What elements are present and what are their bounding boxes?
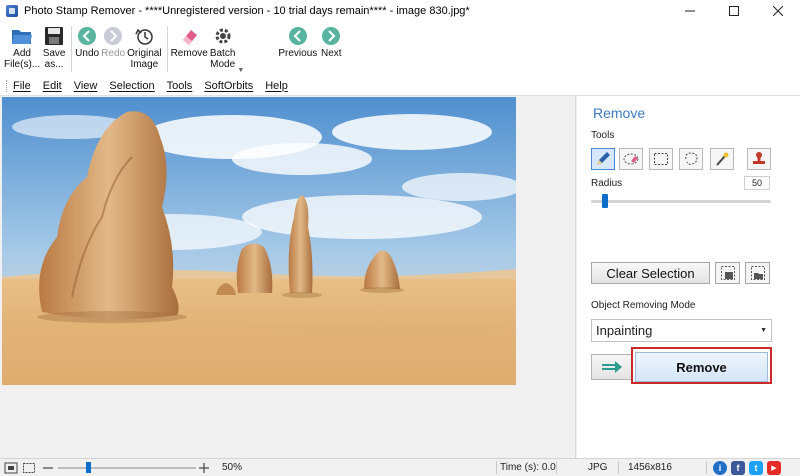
image-dimensions: 1456x816 <box>628 462 672 473</box>
desert-photo[interactable] <box>2 97 516 385</box>
save-selection-icon <box>720 266 735 280</box>
chevron-down-icon: ▼ <box>760 327 767 334</box>
eraser-tool-button[interactable] <box>619 148 643 170</box>
app-icon <box>6 5 18 17</box>
load-selection-button[interactable] <box>745 262 770 284</box>
folder-open-icon <box>12 30 33 44</box>
fit-icon[interactable] <box>4 459 18 476</box>
remove-toolbar-button[interactable]: Remove <box>171 22 208 59</box>
load-selection-icon <box>750 266 765 280</box>
info-icon[interactable]: i <box>713 461 727 475</box>
image-format: JPG <box>588 462 608 473</box>
facebook-icon[interactable]: f <box>731 461 745 475</box>
clear-selection-button[interactable]: Clear Selection <box>591 262 710 284</box>
menu-edit[interactable]: Edit <box>43 80 62 92</box>
zoom-level: 50% <box>222 462 243 473</box>
maximize-icon <box>729 6 739 16</box>
actual-size-icon[interactable] <box>22 459 36 476</box>
eraser-icon <box>183 30 198 45</box>
radius-slider-track[interactable] <box>591 200 771 203</box>
toolbar-overflow-icon[interactable]: ▼ <box>237 67 244 74</box>
menu-help[interactable]: Help <box>265 80 288 92</box>
undo-button[interactable]: Undo <box>75 22 99 59</box>
radius-label: Radius <box>591 178 623 189</box>
lasso-icon <box>685 152 698 165</box>
menu-selection[interactable]: Selection <box>109 80 154 92</box>
image-canvas[interactable] <box>0 96 576 458</box>
maximize-button[interactable] <box>712 0 756 22</box>
zoom-in-icon[interactable] <box>198 459 210 476</box>
remove-arrow-button[interactable] <box>591 354 633 380</box>
pencil-icon <box>597 152 610 165</box>
mode-select-value: Inpainting <box>596 323 653 338</box>
stamp-icon <box>753 152 765 164</box>
status-bar: 50% Time (s): 0.0 JPG 1456x816 i f t ▶ <box>0 458 800 476</box>
previous-label: Previous <box>278 48 318 59</box>
original-image-button[interactable]: Original Image <box>127 22 162 70</box>
twitter-icon[interactable]: t <box>749 461 763 475</box>
window-controls <box>668 0 800 22</box>
redo-button[interactable]: Redo <box>101 22 125 59</box>
arrow-right-icon <box>322 27 341 45</box>
gear-icon <box>215 28 231 44</box>
lasso-button[interactable] <box>679 148 703 170</box>
minimize-icon <box>685 10 695 12</box>
window-title: Photo Stamp Remover - ****Unregistered v… <box>24 5 470 17</box>
undo-icon <box>78 27 97 45</box>
menu-view[interactable]: View <box>74 80 98 92</box>
close-icon <box>773 6 783 16</box>
next-label: Next <box>320 48 342 59</box>
youtube-icon[interactable]: ▶ <box>767 461 781 475</box>
arrow-right-icon <box>602 361 622 373</box>
process-time: Time (s): 0.0 <box>500 462 556 473</box>
arrow-left-icon <box>288 27 307 45</box>
panel-title: Remove <box>593 105 646 121</box>
stamp-tool-button[interactable] <box>747 148 771 170</box>
save-as-label: Save as... <box>42 48 66 70</box>
close-button[interactable] <box>756 0 800 22</box>
zoom-slider-thumb[interactable] <box>85 462 91 473</box>
previous-button[interactable]: Previous <box>278 22 317 59</box>
menu-softorbits[interactable]: SoftOrbits <box>204 80 253 92</box>
minimize-button[interactable] <box>668 0 712 22</box>
zoom-slider-track[interactable] <box>58 467 196 469</box>
add-files-label: Add File(s)... <box>4 48 41 70</box>
save-icon <box>45 27 64 45</box>
magic-wand-icon <box>716 152 729 166</box>
toolbar: Add File(s)... Save as... Undo Redo Orig… <box>0 22 800 76</box>
history-icon <box>135 28 154 45</box>
add-files-button[interactable]: Add File(s)... <box>4 22 40 70</box>
undo-label: Undo <box>75 48 100 59</box>
magic-wand-button[interactable] <box>710 148 734 170</box>
menu-tools[interactable]: Tools <box>167 80 193 92</box>
eraser-lasso-icon <box>623 153 639 165</box>
mode-select[interactable]: Inpainting ▼ <box>591 319 772 342</box>
title-bar: Photo Stamp Remover - ****Unregistered v… <box>0 0 800 22</box>
remove-toolbar-label: Remove <box>170 48 208 59</box>
radius-value-input[interactable]: 50 <box>744 176 770 190</box>
next-button[interactable]: Next <box>319 22 343 59</box>
zoom-out-icon[interactable] <box>42 459 54 476</box>
remove-button[interactable]: Remove <box>635 352 768 382</box>
rectangle-select-icon <box>654 153 668 165</box>
tools-label: Tools <box>591 130 615 141</box>
menu-bar: File Edit View Selection Tools SoftOrbit… <box>0 76 800 96</box>
original-image-label: Original Image <box>127 48 162 70</box>
menu-file[interactable]: File <box>13 80 31 92</box>
rectangle-select-button[interactable] <box>649 148 673 170</box>
redo-icon <box>104 27 123 45</box>
batch-mode-label: Batch Mode <box>209 48 236 70</box>
save-selection-button[interactable] <box>715 262 740 284</box>
mode-label: Object Removing Mode <box>591 300 696 311</box>
save-as-button[interactable]: Save as... <box>42 22 66 70</box>
redo-label: Redo <box>101 48 126 59</box>
radius-slider-thumb[interactable] <box>602 194 609 208</box>
remove-panel: Remove Tools Radius 50 Clear Selection O… <box>577 96 800 458</box>
pencil-tool-button[interactable] <box>591 148 615 170</box>
batch-mode-button[interactable]: Batch Mode <box>209 22 236 70</box>
